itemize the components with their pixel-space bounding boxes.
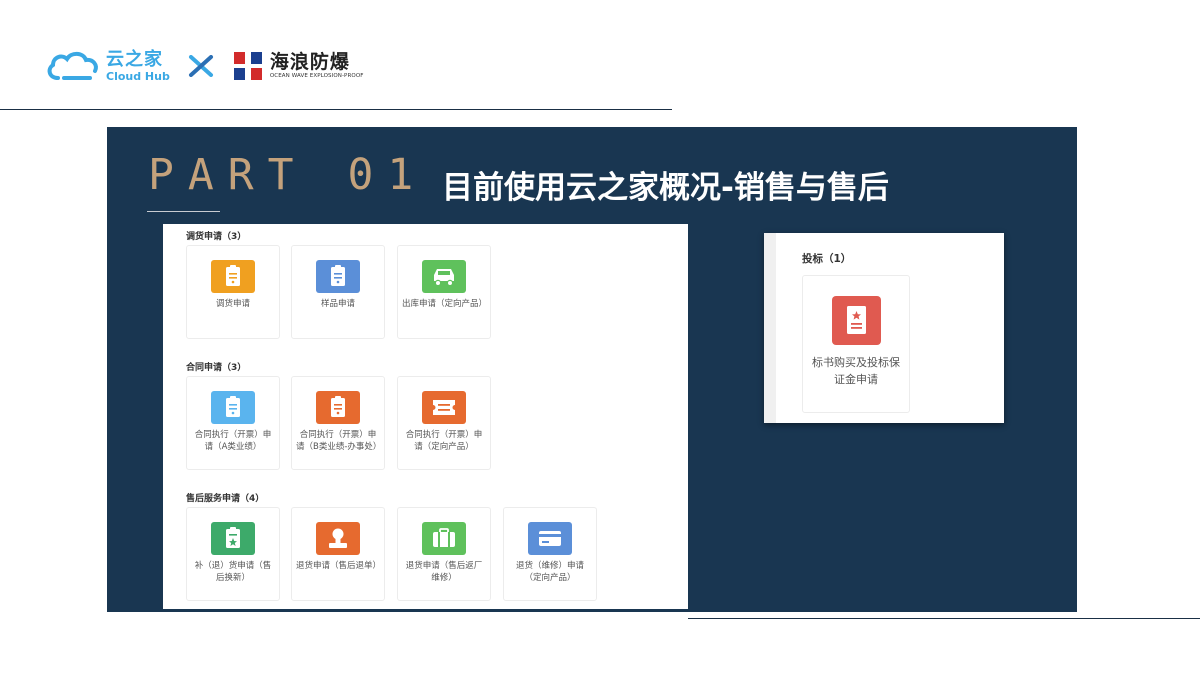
app-card-contract-b[interactable]: 合同执行（开票）申请（B类业绩-办事处） — [291, 376, 385, 470]
app-card-contract-a[interactable]: 合同执行（开票）申请（A类业绩） — [186, 376, 280, 470]
app-card-transfer[interactable]: 调货申请 — [186, 245, 280, 339]
clipboard-icon — [211, 260, 255, 293]
cloudhub-name-en: Cloud Hub — [106, 69, 170, 83]
group-label-aftersales: 售后服务申请（4） — [186, 494, 265, 504]
app-label: 标书购买及投标保证金申请 — [812, 356, 900, 386]
truck-icon — [422, 260, 466, 293]
slide-title: 目前使用云之家概况-销售与售后 — [442, 170, 889, 206]
panel-edge — [764, 233, 776, 423]
cloudhub-logo: 云之家 Cloud Hub — [44, 50, 170, 82]
partner-name-en: OCEAN WAVE EXPLOSION-PROOF — [269, 72, 364, 79]
ticket-icon — [422, 391, 466, 424]
briefcase-icon — [422, 522, 466, 555]
app-label: 调货申请 — [215, 299, 250, 309]
app-label: 合同执行（开票）申请（A类业绩） — [194, 430, 272, 452]
app-card-contract-directed[interactable]: 合同执行（开票）申请（定向产品） — [397, 376, 491, 470]
app-label: 退货（维修）申请（定向产品） — [515, 561, 584, 583]
app-card-return-directed[interactable]: 退货（维修）申请（定向产品） — [503, 507, 597, 601]
cloud-icon — [47, 51, 98, 80]
clipboard-icon — [211, 391, 255, 424]
top-divider — [0, 109, 672, 110]
app-label: 出库申请（定向产品） — [402, 299, 488, 309]
app-card-bid-deposit[interactable]: 标书购买及投标保证金申请 — [802, 275, 910, 413]
card-icon — [528, 522, 572, 555]
app-label: 合同执行（开票）申请（B类业绩-办事处） — [296, 430, 382, 452]
app-card-outbound[interactable]: 出库申请（定向产品） — [397, 245, 491, 339]
clipboard-star-icon — [211, 522, 255, 555]
part-underline — [147, 211, 220, 212]
group-label-contract: 合同申请（3） — [186, 363, 247, 373]
bid-panel: 投标（1） 标书购买及投标保证金申请 — [764, 233, 1004, 423]
document-star-icon — [832, 296, 881, 345]
app-label: 合同执行（开票）申请（定向产品） — [405, 430, 483, 452]
clipboard-icon — [316, 260, 360, 293]
app-card-replacement[interactable]: 补（退）货申请（售后换新） — [186, 507, 280, 601]
app-label: 退货申请（售后退单） — [296, 561, 382, 571]
partner-logo: 海浪防爆 OCEAN WAVE EXPLOSION-PROOF — [231, 50, 364, 82]
app-label: 退货申请（售后返厂维修） — [405, 561, 483, 583]
app-card-return-refund[interactable]: 退货申请（售后退单） — [291, 507, 385, 601]
partner-name-cn: 海浪防爆 — [269, 50, 350, 73]
hailang-emblem-icon — [231, 50, 264, 82]
clipboard-icon — [316, 391, 360, 424]
bottom-divider — [688, 618, 1200, 619]
part-label: PART 01 — [148, 150, 428, 200]
logo-bar: 云之家 Cloud Hub 海浪防爆 OCEAN WAVE EXPLOSION-… — [44, 46, 364, 86]
app-label: 样品申请 — [320, 299, 355, 309]
cloudhub-name-cn: 云之家 — [106, 48, 163, 70]
apps-panel: 调货申请（3） 调货申请 样品申请 出库申请（定向产品） 合同申请（3） 合同执… — [163, 224, 688, 609]
cross-icon — [188, 55, 213, 77]
app-label: 补（退）货申请（售后换新） — [194, 561, 272, 583]
group-label-bid: 投标（1） — [802, 253, 852, 265]
app-card-sample[interactable]: 样品申请 — [291, 245, 385, 339]
app-card-return-repair[interactable]: 退货申请（售后返厂维修） — [397, 507, 491, 601]
group-label-transfer: 调货申请（3） — [186, 232, 247, 242]
stamp-icon — [316, 522, 360, 555]
